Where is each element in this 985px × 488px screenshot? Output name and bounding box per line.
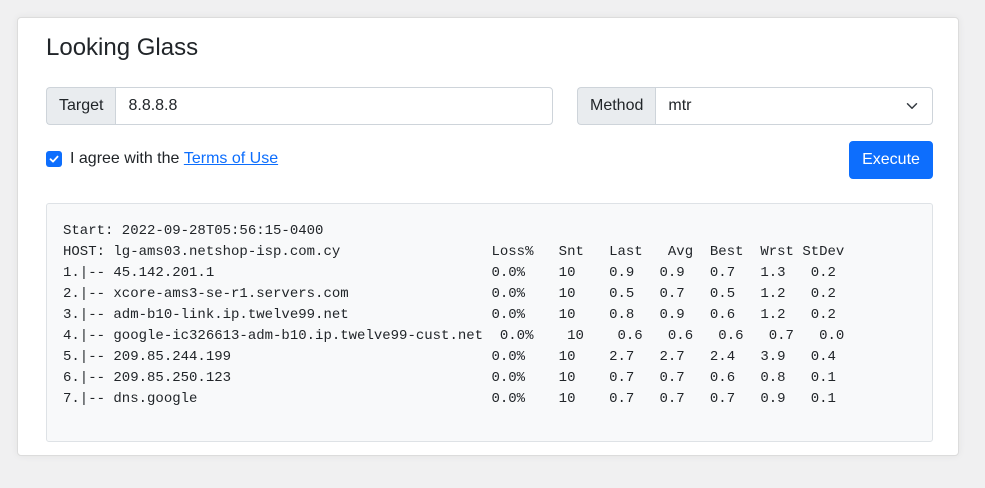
output-line: 7.|-- dns.google 0.0% 10 0.7 0.7 0.7 0.9… xyxy=(63,391,836,407)
execute-button[interactable]: Execute xyxy=(849,141,933,179)
output-line: HOST: lg-ams03.netshop-isp.com.cy Loss% … xyxy=(63,244,845,260)
output-line: 2.|-- xcore-ams3-se-r1.servers.com 0.0% … xyxy=(63,286,836,302)
method-select[interactable]: mtr xyxy=(655,87,933,125)
output-line: 3.|-- adm-b10-link.ip.twelve99.net 0.0% … xyxy=(63,307,836,323)
mtr-output-panel: Start: 2022-09-28T05:56:15-0400 HOST: lg… xyxy=(46,203,933,442)
page-title: Looking Glass xyxy=(46,34,199,61)
chevron-down-icon xyxy=(906,103,918,109)
mtr-output-text: Start: 2022-09-28T05:56:15-0400 HOST: lg… xyxy=(63,221,916,410)
target-input[interactable] xyxy=(115,87,553,125)
method-input-group: Method mtr xyxy=(577,87,933,125)
output-line: Start: 2022-09-28T05:56:15-0400 xyxy=(63,223,324,239)
output-line: 1.|-- 45.142.201.1 0.0% 10 0.9 0.9 0.7 1… xyxy=(63,265,836,281)
output-line: 6.|-- 209.85.250.123 0.0% 10 0.7 0.7 0.6… xyxy=(63,370,836,386)
agree-text: I agree with the xyxy=(70,150,184,167)
method-label: Method xyxy=(577,87,656,125)
target-label: Target xyxy=(46,87,116,125)
terms-agreement: I agree with the Terms of Use xyxy=(46,149,278,169)
agree-checkbox[interactable] xyxy=(46,151,62,167)
output-line: 4.|-- google-ic326613-adm-b10.ip.twelve9… xyxy=(63,328,845,344)
terms-of-use-link[interactable]: Terms of Use xyxy=(184,149,278,169)
method-selected-value: mtr xyxy=(668,97,692,114)
target-input-group: Target xyxy=(46,87,553,125)
output-line: 5.|-- 209.85.244.199 0.0% 10 2.7 2.7 2.4… xyxy=(63,349,836,365)
check-icon xyxy=(49,155,59,163)
looking-glass-card: Looking Glass Target Method mtr I agree … xyxy=(17,17,959,456)
